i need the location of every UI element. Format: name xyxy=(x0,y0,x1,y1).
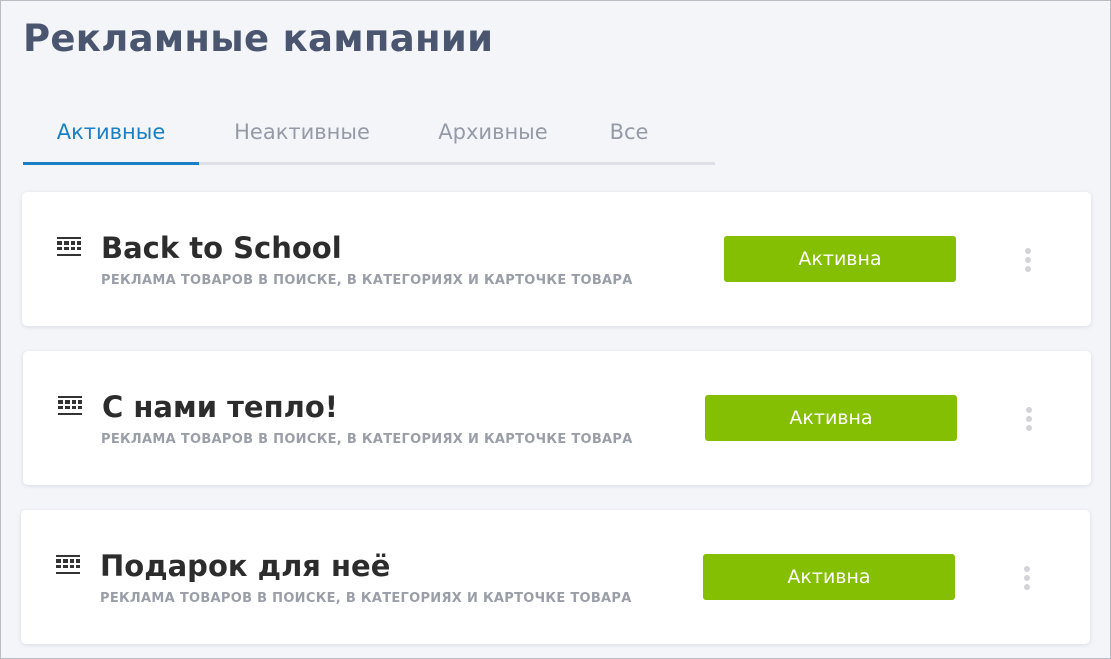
page-title: Рекламные кампании xyxy=(23,17,494,60)
more-options-icon[interactable] xyxy=(1019,404,1039,434)
tab-archived[interactable]: Архивные xyxy=(417,109,569,165)
campaign-card: Подарок для неё РЕКЛАМА ТОВАРОВ В ПОИСКЕ… xyxy=(21,510,1090,644)
campaign-card: Back to School РЕКЛАМА ТОВАРОВ В ПОИСКЕ,… xyxy=(22,192,1091,326)
status-button[interactable]: Активна xyxy=(724,236,956,282)
campaign-subtitle: РЕКЛАМА ТОВАРОВ В ПОИСКЕ, В КАТЕГОРИЯХ И… xyxy=(101,273,633,288)
tab-all[interactable]: Все xyxy=(597,109,661,165)
campaign-card: С нами тепло! РЕКЛАМА ТОВАРОВ В ПОИСКЕ, … xyxy=(23,351,1091,485)
campaign-icon xyxy=(57,237,81,256)
more-options-icon[interactable] xyxy=(1018,245,1038,275)
campaign-icon xyxy=(56,555,80,574)
campaign-tabs: Активные Неактивные Архивные Все xyxy=(23,109,715,165)
campaign-icon xyxy=(58,396,82,415)
active-tab-indicator xyxy=(23,162,199,165)
more-options-icon[interactable] xyxy=(1017,563,1037,593)
campaign-title[interactable]: С нами тепло! xyxy=(102,389,338,425)
campaign-subtitle: РЕКЛАМА ТОВАРОВ В ПОИСКЕ, В КАТЕГОРИЯХ И… xyxy=(101,432,633,447)
campaign-subtitle: РЕКЛАМА ТОВАРОВ В ПОИСКЕ, В КАТЕГОРИЯХ И… xyxy=(100,591,632,606)
status-button[interactable]: Активна xyxy=(703,554,955,600)
status-button[interactable]: Активна xyxy=(705,395,957,441)
campaign-title[interactable]: Back to School xyxy=(101,230,342,266)
tab-inactive[interactable]: Неактивные xyxy=(213,109,391,165)
campaign-title[interactable]: Подарок для неё xyxy=(100,548,390,584)
tab-active[interactable]: Активные xyxy=(23,109,199,165)
